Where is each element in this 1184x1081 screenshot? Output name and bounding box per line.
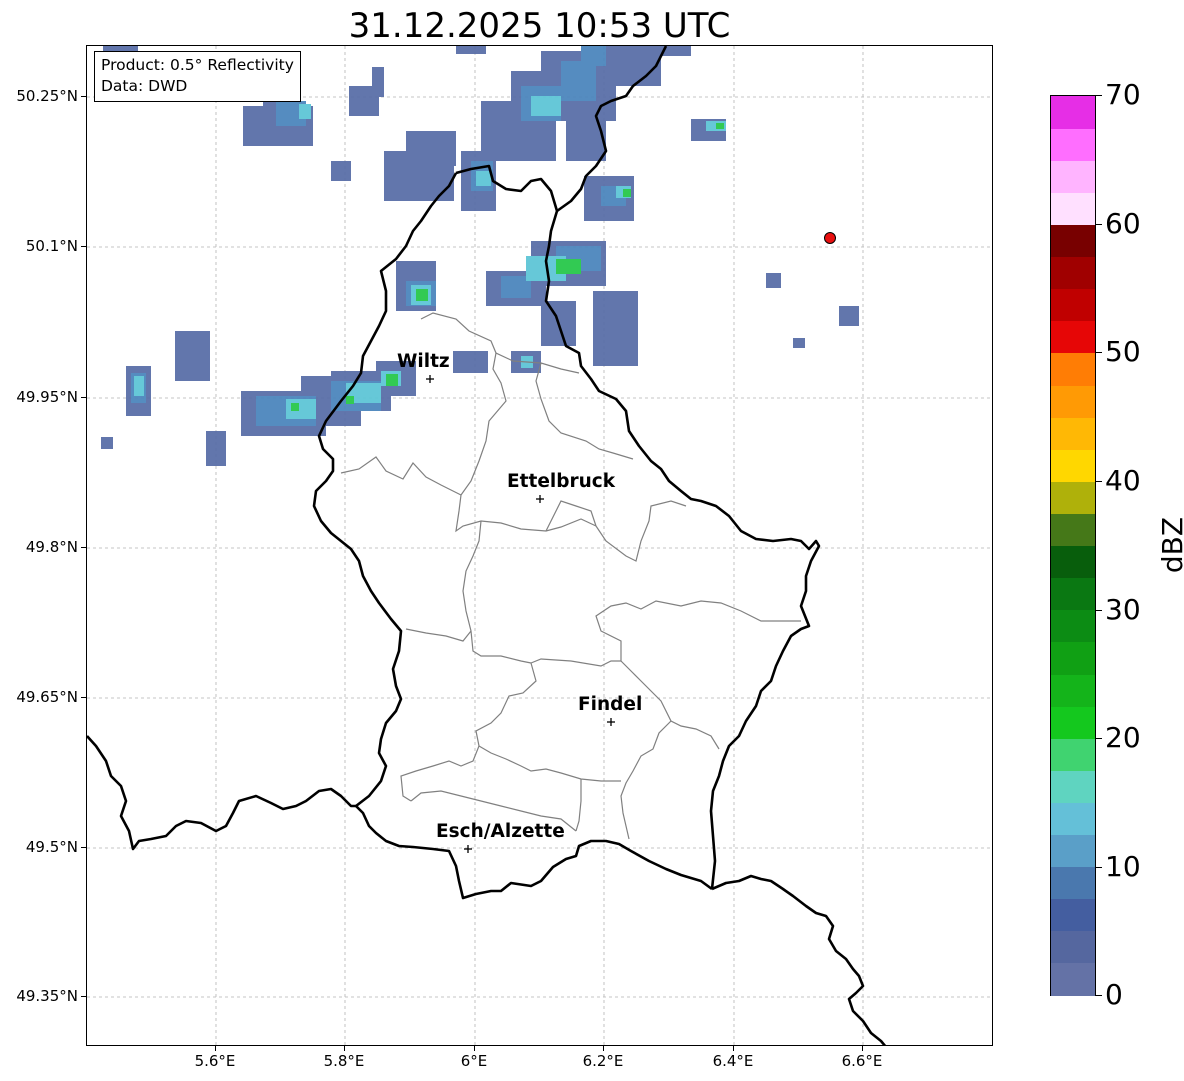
colorbar-band	[1051, 802, 1095, 836]
colorbar-band	[1051, 352, 1095, 386]
colorbar-band	[1051, 545, 1095, 579]
colorbar-tick	[1096, 352, 1102, 353]
lon-tick-mark	[344, 1046, 345, 1051]
colorbar-unit-label: dBZ	[1156, 516, 1184, 574]
city-label-findel: Findel	[578, 694, 643, 715]
colorbar-band	[1051, 641, 1095, 675]
colorbar-band	[1051, 256, 1095, 290]
lat-tick-mark	[81, 96, 86, 97]
lon-tick-mark	[862, 1046, 863, 1051]
colorbar-tick	[1096, 995, 1102, 996]
lon-tick-label: 6.4°E	[712, 1052, 754, 1070]
colorbar-tick	[1096, 481, 1102, 482]
colorbar-band	[1051, 192, 1095, 226]
lon-tick-label: 6°E	[460, 1052, 488, 1070]
lat-tick-label: 49.8°N	[25, 538, 78, 556]
map-title: 31.12.2025 10:53 UTC	[348, 6, 731, 46]
gridlines	[87, 46, 992, 1045]
city-label-wiltz: Wiltz	[397, 351, 450, 372]
colorbar-band	[1051, 160, 1095, 193]
colorbar-tick	[1096, 867, 1102, 868]
city-label-ettelbruck: Ettelbruck	[507, 471, 616, 492]
lat-tick-mark	[81, 397, 86, 398]
city-marker-esch-alzette	[464, 845, 472, 853]
lat-tick-mark	[81, 547, 86, 548]
colorbar-band	[1051, 866, 1095, 900]
colorbar-band	[1051, 96, 1095, 129]
lat-tick-label: 50.25°N	[16, 87, 78, 105]
echo-cluster-center	[101, 241, 859, 466]
lon-tick-label: 6.2°E	[582, 1052, 624, 1070]
lat-tick-label: 49.5°N	[25, 838, 78, 856]
colorbar-band	[1051, 898, 1095, 932]
lon-tick-label: 5.6°E	[194, 1052, 236, 1070]
city-markers	[426, 375, 615, 853]
colorbar-band	[1051, 320, 1095, 354]
colorbar-band	[1051, 224, 1095, 258]
lon-tick-label: 6.6°E	[841, 1052, 883, 1070]
lon-tick-mark	[215, 1046, 216, 1051]
colorbar-band	[1051, 577, 1095, 611]
lat-tick-label: 50.1°N	[25, 237, 78, 255]
colorbar-band	[1051, 962, 1095, 996]
colorbar-band	[1051, 706, 1095, 739]
lat-tick-mark	[81, 246, 86, 247]
colorbar-band	[1051, 449, 1095, 482]
radar-map[interactable]	[86, 45, 993, 1046]
colorbar-label: 70	[1105, 78, 1141, 111]
colorbar-band	[1051, 481, 1095, 514]
colorbar-label: 30	[1105, 593, 1141, 626]
city-marker-findel	[607, 718, 615, 726]
lat-tick-label: 49.65°N	[16, 688, 78, 706]
colorbar-tick	[1096, 738, 1102, 739]
lon-tick-label: 5.8°E	[323, 1052, 365, 1070]
info-source: Data: DWD	[101, 77, 188, 95]
info-product: Product: 0.5° Reflectivity	[101, 56, 294, 74]
colorbar-label: 20	[1105, 721, 1141, 754]
lat-tick-mark	[81, 847, 86, 848]
city-label-esch-alzette: Esch/Alzette	[436, 821, 565, 842]
lat-tick-label: 49.95°N	[16, 388, 78, 406]
colorbar-tick	[1096, 95, 1102, 96]
colorbar-band	[1051, 930, 1095, 964]
info-box: Product: 0.5° Reflectivity Data: DWD	[94, 51, 301, 102]
colorbar-tick	[1096, 610, 1102, 611]
city-marker-ettelbruck	[536, 495, 544, 503]
radar-echoes	[101, 46, 859, 466]
colorbar-band	[1051, 770, 1095, 803]
colorbar-label: 40	[1105, 464, 1141, 497]
colorbar-band	[1051, 288, 1095, 322]
colorbar-band	[1051, 384, 1095, 418]
lon-tick-mark	[474, 1046, 475, 1051]
colorbar-band	[1051, 513, 1095, 547]
map-canvas	[87, 46, 992, 1045]
colorbar	[1050, 95, 1096, 996]
colorbar-label: 10	[1105, 850, 1141, 883]
colorbar-band	[1051, 673, 1095, 707]
lon-tick-mark	[603, 1046, 604, 1051]
colorbar-band	[1051, 738, 1095, 771]
colorbar-band	[1051, 609, 1095, 643]
radar-site-marker	[824, 232, 836, 244]
lat-tick-label: 49.35°N	[16, 987, 78, 1005]
colorbar-tick	[1096, 224, 1102, 225]
colorbar-label: 50	[1105, 335, 1141, 368]
colorbar-band	[1051, 128, 1095, 161]
colorbar-label: 0	[1105, 978, 1123, 1011]
colorbar-band	[1051, 417, 1095, 450]
lat-tick-mark	[81, 697, 86, 698]
lon-tick-mark	[733, 1046, 734, 1051]
city-marker-wiltz	[426, 375, 434, 383]
colorbar-band	[1051, 834, 1095, 868]
lat-tick-mark	[81, 996, 86, 997]
colorbar-label: 60	[1105, 207, 1141, 240]
